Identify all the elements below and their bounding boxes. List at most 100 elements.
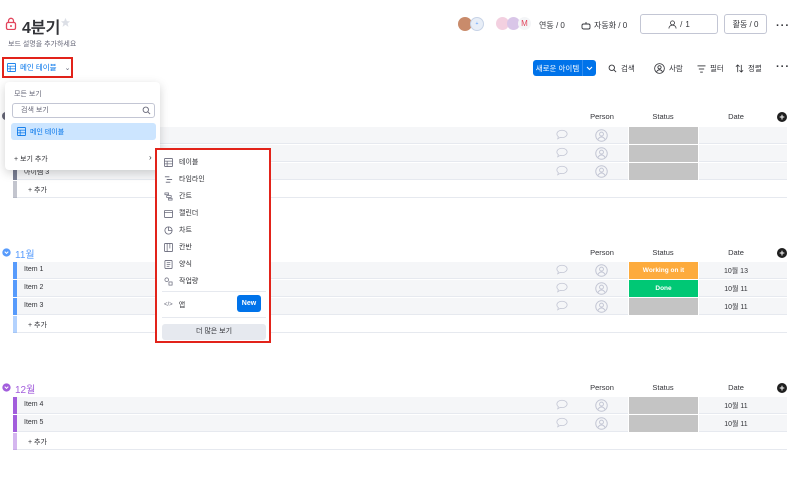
person-cell-icon[interactable] (595, 282, 608, 295)
more-views-button[interactable]: 더 많은 보기 (162, 324, 266, 340)
group-collapse-icon[interactable] (2, 248, 11, 257)
add-item-label[interactable]: + 추가 (28, 320, 47, 330)
board-title[interactable]: 4분기 (22, 14, 60, 38)
table-row[interactable]: Item 3 10월 11 (13, 298, 787, 315)
new-item-button[interactable]: 새로운 아이템 (533, 60, 596, 76)
gantt-icon (164, 192, 173, 201)
chat-bubble-icon[interactable] (556, 399, 568, 410)
column-header-date[interactable]: Date (713, 383, 759, 392)
view-option-label: 캘린더 (179, 210, 199, 217)
table-row[interactable]: Item 4 10월 11 (13, 397, 787, 414)
group-color-bar (13, 415, 17, 432)
column-header-person[interactable]: Person (582, 248, 622, 257)
add-item-row[interactable]: + 추가 (13, 433, 787, 450)
chat-bubble-icon[interactable] (556, 282, 568, 293)
group-title[interactable]: 12월 (15, 381, 35, 396)
person-cell-icon[interactable] (595, 264, 608, 277)
column-header-person[interactable]: Person (582, 112, 622, 121)
filter-button[interactable]: 필터 (697, 63, 724, 74)
status-cell[interactable] (628, 298, 699, 315)
view-item-main-table[interactable]: 메인 테이블 (11, 123, 156, 140)
new-badge[interactable]: New (237, 295, 261, 312)
view-option-gantt[interactable]: 간트 (164, 191, 192, 201)
board-description[interactable]: 보드 설명을 추가하세요 (8, 39, 76, 49)
view-search-input[interactable]: 검색 보기 (12, 103, 155, 118)
view-option-apps[interactable]: </> 앱 (164, 300, 185, 310)
date-cell[interactable]: 10월 11 (713, 302, 759, 312)
person-cell-icon[interactable] (595, 399, 608, 412)
add-column-icon[interactable]: + (777, 112, 787, 122)
date-cell[interactable]: 10월 11 (713, 419, 759, 429)
chat-bubble-icon[interactable] (556, 300, 568, 311)
table-row[interactable]: Item 5 10월 11 (13, 415, 787, 432)
status-cell[interactable]: Done (628, 280, 699, 297)
view-option-table[interactable]: 테이블 (164, 157, 198, 167)
automations-button[interactable]: 자동화 / 0 (581, 20, 627, 31)
main-table-label: 메인 테이블 (20, 63, 57, 72)
chevron-right-icon[interactable]: › (149, 153, 152, 162)
chat-bubble-icon[interactable] (556, 129, 568, 140)
invite-button[interactable]: / 1 (640, 14, 718, 34)
column-header-status[interactable]: Status (628, 248, 698, 257)
status-cell[interactable] (628, 415, 699, 432)
person-cell-icon[interactable] (595, 147, 608, 160)
group-title[interactable]: 11월 (15, 246, 35, 261)
add-view-button[interactable]: + 보기 추가 (14, 154, 48, 164)
column-header-date[interactable]: Date (713, 112, 759, 121)
chevron-down-icon[interactable] (582, 60, 596, 76)
person-cell-icon[interactable] (595, 129, 608, 142)
item-name[interactable]: Item 3 (24, 302, 43, 309)
column-header-date[interactable]: Date (713, 248, 759, 257)
item-name[interactable]: Item 2 (24, 284, 43, 291)
main-table-view-tab[interactable]: 메인 테이블 ⌄ (2, 57, 73, 78)
person-cell-icon[interactable] (595, 417, 608, 430)
date-cell[interactable]: 10월 11 (713, 401, 759, 411)
item-name[interactable]: Item 4 (24, 401, 43, 408)
chat-bubble-icon[interactable] (556, 147, 568, 158)
search-button[interactable]: 검색 (608, 63, 635, 74)
activity-button[interactable]: 활동 / 0 (724, 14, 767, 34)
ellipsis-icon[interactable]: ··· (776, 61, 790, 73)
view-option-timeline[interactable]: 타임라인 (164, 174, 205, 184)
status-cell[interactable] (628, 397, 699, 414)
column-header-person[interactable]: Person (582, 383, 622, 392)
add-column-icon[interactable]: + (777, 383, 787, 393)
status-cell[interactable] (628, 163, 699, 180)
add-item-row[interactable]: + 추가 (13, 316, 787, 333)
view-option-form[interactable]: 양식 (164, 259, 192, 269)
add-item-label[interactable]: + 추가 (28, 437, 47, 447)
add-item-label[interactable]: + 추가 (28, 185, 47, 195)
invite-count: 1 (685, 19, 690, 29)
column-header-status[interactable]: Status (628, 112, 698, 121)
chat-bubble-icon[interactable] (556, 417, 568, 428)
view-option-workload[interactable]: 작업량 (164, 276, 198, 286)
invite-avatar-badge[interactable]: + (470, 17, 484, 31)
date-cell[interactable]: 10월 13 (713, 266, 759, 276)
view-option-calendar[interactable]: 캘린더 (164, 208, 198, 218)
star-icon[interactable] (60, 17, 71, 28)
view-option-chart[interactable]: 차트 (164, 225, 192, 235)
filter-label: 필터 (710, 64, 724, 73)
ellipsis-icon[interactable]: ··· (776, 20, 790, 32)
table-row[interactable]: Item 1 Working on it 10월 13 (13, 262, 787, 279)
status-cell[interactable]: Working on it (628, 262, 699, 279)
status-cell[interactable] (628, 145, 699, 162)
kanban-icon (164, 242, 173, 252)
person-cell-icon[interactable] (595, 165, 608, 178)
item-name[interactable]: Item 5 (24, 419, 43, 426)
chat-bubble-icon[interactable] (556, 264, 568, 275)
view-option-kanban[interactable]: 칸반 (164, 242, 192, 252)
group-collapse-icon[interactable] (2, 383, 11, 392)
add-item-row[interactable]: + 추가 (13, 181, 787, 198)
column-header-status[interactable]: Status (628, 383, 698, 392)
chat-bubble-icon[interactable] (556, 165, 568, 176)
date-cell[interactable]: 10월 11 (713, 284, 759, 294)
table-row[interactable]: Item 2 Done 10월 11 (13, 280, 787, 297)
sort-button[interactable]: 정렬 (735, 63, 762, 74)
person-filter-button[interactable]: 사람 (654, 63, 683, 74)
integrations-button[interactable]: 연동 / 0 (539, 20, 565, 31)
person-cell-icon[interactable] (595, 300, 608, 313)
add-column-icon[interactable]: + (777, 248, 787, 258)
status-cell[interactable] (628, 127, 699, 144)
item-name[interactable]: Item 1 (24, 266, 43, 273)
